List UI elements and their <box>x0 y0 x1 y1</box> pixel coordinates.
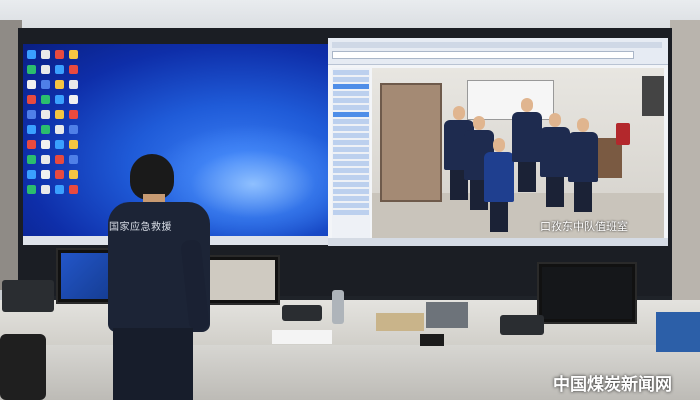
video-window <box>642 76 664 116</box>
sidebar-item[interactable] <box>333 147 369 152</box>
sidebar-item[interactable] <box>333 91 369 96</box>
sidebar-item[interactable] <box>333 105 369 110</box>
sidebar-item[interactable] <box>333 77 369 82</box>
sidebar-item[interactable] <box>333 119 369 124</box>
desktop-icon[interactable] <box>69 185 78 194</box>
sidebar-item[interactable] <box>333 210 369 215</box>
watermark: 中国煤炭新闻网 <box>553 375 672 395</box>
desktop-icon[interactable] <box>41 110 50 119</box>
desktop-icon[interactable] <box>41 125 50 134</box>
video-person <box>540 113 570 207</box>
desktop-icon[interactable] <box>41 185 50 194</box>
desktop-icon[interactable] <box>69 125 78 134</box>
desktop-icon[interactable] <box>69 155 78 164</box>
desktop-icon[interactable] <box>55 50 64 59</box>
desktop-icon[interactable] <box>41 170 50 179</box>
desktop-icon-grid <box>27 50 78 194</box>
right-wall <box>670 20 700 300</box>
sidebar-item[interactable] <box>333 196 369 201</box>
desktop-icon[interactable] <box>27 155 36 164</box>
video-door <box>380 83 442 202</box>
desktop-icon[interactable] <box>69 65 78 74</box>
desktop-icon[interactable] <box>69 95 78 104</box>
desktop-icon[interactable] <box>27 65 36 74</box>
sidebar-item[interactable] <box>333 175 369 180</box>
desktop-icon[interactable] <box>55 140 64 149</box>
desktop-icon[interactable] <box>55 65 64 74</box>
uniform-back-text: 国家应急救援 <box>109 222 172 233</box>
sidebar-item[interactable] <box>333 161 369 166</box>
desktop-icon[interactable] <box>69 140 78 149</box>
desktop-icon[interactable] <box>55 155 64 164</box>
sidebar-item[interactable] <box>333 140 369 145</box>
sidebar-item[interactable] <box>333 133 369 138</box>
desk-monitor[interactable] <box>537 262 637 324</box>
desktop-icon[interactable] <box>41 95 50 104</box>
mobile-phone[interactable] <box>420 334 444 346</box>
desktop-icon[interactable] <box>69 50 78 59</box>
desktop-icon[interactable] <box>55 125 64 134</box>
desktop-icon[interactable] <box>27 125 36 134</box>
desktop-icon[interactable] <box>55 110 64 119</box>
desk-phone[interactable] <box>282 305 322 321</box>
address-bar[interactable] <box>332 51 634 59</box>
browser-toolbar <box>328 38 668 65</box>
desktop-icon[interactable] <box>27 110 36 119</box>
notebook <box>376 313 424 331</box>
desktop-icon[interactable] <box>69 80 78 89</box>
desk-phone[interactable] <box>2 280 54 312</box>
sidebar-item-selected[interactable] <box>333 84 369 89</box>
office-chair <box>0 334 46 400</box>
sidebar-item[interactable] <box>333 70 369 75</box>
desktop-icon[interactable] <box>27 170 36 179</box>
desktop-icon[interactable] <box>41 50 50 59</box>
operator-person: 国家应急救援 <box>105 150 215 400</box>
video-person <box>512 98 542 192</box>
desktop-icon[interactable] <box>27 140 36 149</box>
desktop-icon[interactable] <box>69 170 78 179</box>
sidebar-item[interactable] <box>333 203 369 208</box>
paper-sheet <box>272 330 332 344</box>
surveillance-video-feed[interactable]: 口孜东中队值班室 <box>372 68 664 240</box>
sidebar-item[interactable] <box>333 154 369 159</box>
folder-box <box>656 312 700 352</box>
browser-window: 口孜东中队值班室 <box>328 38 668 246</box>
browser-taskbar[interactable] <box>328 238 668 246</box>
sidebar-item[interactable] <box>333 126 369 131</box>
sidebar-item[interactable] <box>333 182 369 187</box>
operator-legs <box>113 328 193 400</box>
desktop-icon[interactable] <box>41 140 50 149</box>
video-person <box>484 138 514 232</box>
sidebar-item[interactable] <box>333 168 369 173</box>
sidebar-item-selected[interactable] <box>333 112 369 117</box>
desktop-icon[interactable] <box>41 80 50 89</box>
browser-tab-strip[interactable] <box>332 42 662 48</box>
desktop-icon[interactable] <box>41 155 50 164</box>
water-bottle <box>332 290 344 324</box>
desktop-icon[interactable] <box>55 80 64 89</box>
video-caption: 口孜东中队值班室 <box>540 220 628 233</box>
desktop-icon[interactable] <box>55 170 64 179</box>
desk-phone[interactable] <box>500 315 544 335</box>
sidebar-item[interactable] <box>333 98 369 103</box>
desktop-icon[interactable] <box>41 65 50 74</box>
document-tray <box>426 302 468 328</box>
video-person <box>568 118 598 212</box>
camera-list-sidebar <box>332 68 370 238</box>
desktop-icon[interactable] <box>27 95 36 104</box>
desktop-icon[interactable] <box>27 50 36 59</box>
video-red-chair <box>616 123 630 145</box>
desktop-icon[interactable] <box>69 110 78 119</box>
desktop-icon[interactable] <box>55 95 64 104</box>
sidebar-item[interactable] <box>333 189 369 194</box>
desktop-icon[interactable] <box>27 80 36 89</box>
desktop-icon[interactable] <box>55 185 64 194</box>
desktop-icon[interactable] <box>27 185 36 194</box>
control-room-scene: 口孜东中队值班室 国家应急救援 中国煤炭新闻网 <box>0 0 700 400</box>
